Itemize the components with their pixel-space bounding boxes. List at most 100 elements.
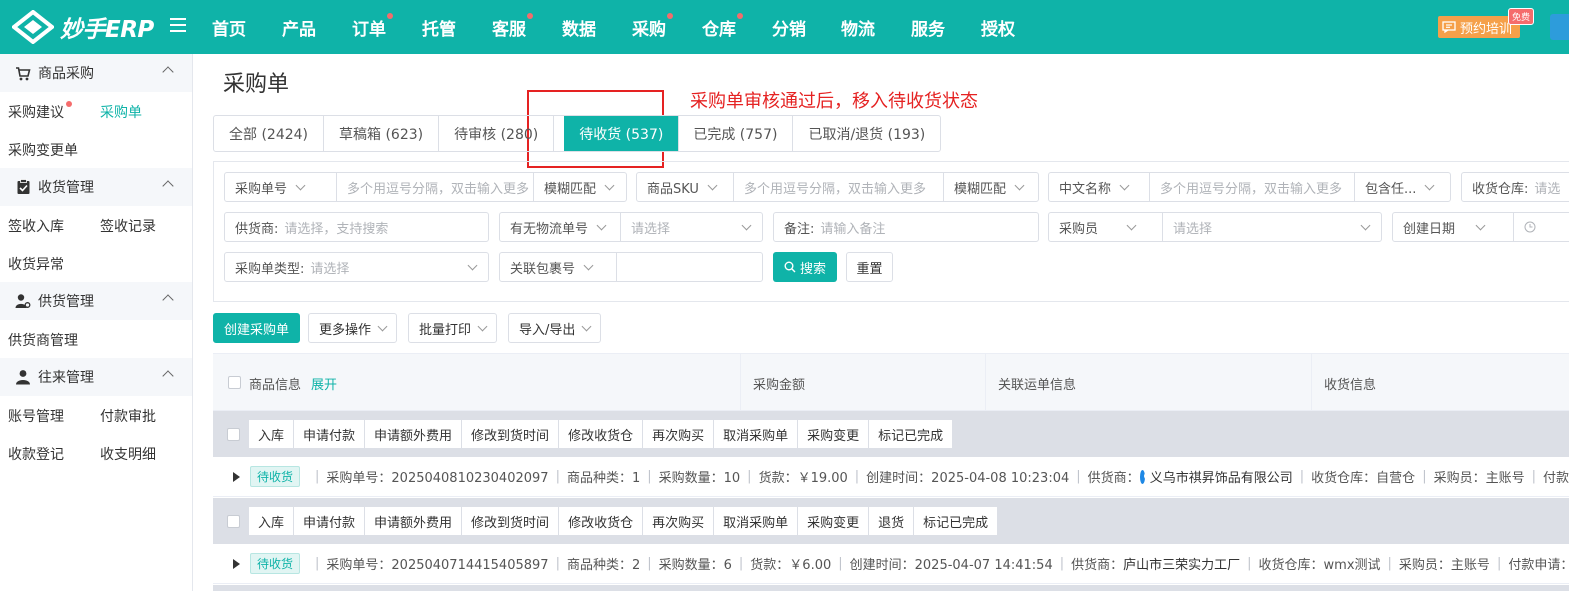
sidebar-group-supply[interactable]: 供货管理: [0, 282, 192, 320]
app-switch-button[interactable]: [1550, 14, 1569, 40]
nav-hosting[interactable]: 托管: [422, 15, 456, 40]
buyer-field-select[interactable]: 采购员: [1049, 213, 1163, 241]
receiving-warehouse: 收货仓库：wmx测试: [1258, 558, 1381, 573]
sidebar-item-account-management[interactable]: 账号管理: [8, 406, 64, 426]
date-field-select[interactable]: 创建日期: [1393, 213, 1514, 241]
order-number: 采购单号：2025040714415405897: [326, 558, 549, 573]
sidebar-item-income-expense-detail[interactable]: 收支明细: [100, 444, 156, 464]
nav-orders[interactable]: 订单: [352, 13, 393, 40]
sidebar-group-accounts[interactable]: 往来管理: [0, 358, 192, 396]
sku-input[interactable]: 多个用逗号分隔，双击输入更多: [734, 178, 943, 197]
sidebar-item-purchase-suggestion[interactable]: 采购建议: [8, 101, 72, 122]
search-button[interactable]: 搜索: [773, 252, 837, 282]
more-actions-dropdown[interactable]: 更多操作: [308, 313, 398, 343]
warehouse-filter[interactable]: 收货仓库: 请选: [1461, 172, 1569, 202]
return-button[interactable]: 退货: [869, 507, 915, 535]
nav-warehouse[interactable]: 仓库: [702, 13, 743, 40]
sidebar-item-sign-in-stock[interactable]: 签收入库: [8, 216, 64, 236]
tab-pending-receipt[interactable]: 待收货 (537): [564, 116, 680, 151]
expand-triangle-icon[interactable]: [233, 471, 240, 482]
remark-filter[interactable]: 备注: 请输入备注: [773, 212, 1039, 242]
cancel-order-button[interactable]: 取消采购单: [714, 420, 799, 448]
request-extra-fee-button[interactable]: 申请额外费用: [365, 420, 463, 448]
nav-service[interactable]: 客服: [492, 13, 533, 40]
column-goods-info: 商品信息: [249, 378, 302, 393]
sidebar-item-supplier-management[interactable]: 供货商管理: [8, 330, 78, 350]
clock-icon[interactable]: [1524, 221, 1536, 233]
request-payment-button[interactable]: 申请付款: [294, 420, 366, 448]
mark-completed-button[interactable]: 标记已完成: [914, 507, 998, 535]
logistics-select[interactable]: 请选择: [621, 218, 733, 237]
modify-arrival-time-button[interactable]: 修改到货时间: [462, 420, 560, 448]
buyer-select[interactable]: 请选择: [1163, 218, 1352, 237]
modify-warehouse-button[interactable]: 修改收货仓: [559, 507, 644, 535]
nav-services[interactable]: 服务: [911, 15, 945, 40]
sku-field-select[interactable]: 商品SKU: [637, 173, 734, 201]
sidebar-group-purchase[interactable]: 商品采购: [0, 54, 192, 92]
cancel-order-button[interactable]: 取消采购单: [714, 507, 799, 535]
supplier-chat-icon[interactable]: [1139, 469, 1149, 484]
stock-in-button[interactable]: 入库: [249, 420, 295, 448]
order-number: 采购单号：2025040810230402097: [326, 471, 549, 486]
tab-pending-review[interactable]: 待审核 (280): [439, 116, 555, 151]
sidebar-item-payment-approval[interactable]: 付款审批: [100, 406, 156, 426]
expand-triangle-icon[interactable]: [233, 558, 240, 569]
sku-match-select[interactable]: 模糊匹配: [943, 173, 1038, 201]
order-no-match-select[interactable]: 模糊匹配: [533, 173, 626, 201]
import-export-dropdown[interactable]: 导入/导出: [508, 313, 602, 343]
order-type-filter[interactable]: 采购单类型: 请选择: [224, 252, 489, 282]
select-all-checkbox[interactable]: [228, 376, 241, 389]
goods-kinds: 商品种类：2: [566, 558, 641, 573]
nav-products[interactable]: 产品: [282, 15, 316, 40]
order-checkbox[interactable]: [227, 515, 240, 528]
expand-link[interactable]: 展开: [311, 374, 337, 393]
tab-draft[interactable]: 草稿箱 (623): [324, 116, 440, 151]
cn-name-field-select[interactable]: 中文名称: [1049, 173, 1150, 201]
create-purchase-order-button[interactable]: 创建采购单: [213, 313, 301, 343]
modify-arrival-time-button[interactable]: 修改到货时间: [462, 507, 560, 535]
package-field-select[interactable]: 关联包裹号: [500, 253, 617, 281]
sidebar-group-receiving[interactable]: 收货管理: [0, 168, 192, 206]
nav-distribution[interactable]: 分销: [772, 15, 806, 40]
buy-again-button[interactable]: 再次购买: [643, 507, 715, 535]
nav-purchase[interactable]: 采购: [632, 13, 673, 40]
table-header: 商品信息 展开 采购金额 关联运单信息 收货信息: [213, 353, 1569, 411]
menu-toggle-icon[interactable]: [170, 18, 186, 32]
nav-data[interactable]: 数据: [562, 15, 596, 40]
order-checkbox[interactable]: [227, 428, 240, 441]
batch-print-dropdown[interactable]: 批量打印: [408, 313, 498, 343]
stock-in-button[interactable]: 入库: [249, 507, 295, 535]
tab-completed[interactable]: 已完成 (757): [689, 116, 794, 151]
nav-home[interactable]: 首页: [212, 15, 246, 40]
modify-warehouse-button[interactable]: 修改收货仓: [559, 420, 644, 448]
nav-dot: [667, 13, 673, 19]
order-no-field-select[interactable]: 采购单号: [225, 173, 337, 201]
purchase-change-button[interactable]: 采购变更: [798, 507, 870, 535]
logo[interactable]: 妙手ERP: [12, 10, 154, 44]
sidebar-item-purchase-change[interactable]: 采购变更单: [8, 140, 78, 160]
sidebar-item-receiving-exception[interactable]: 收货异常: [8, 254, 64, 274]
sidebar-item-purchase-order[interactable]: 采购单: [100, 102, 142, 122]
purchase-change-button[interactable]: 采购变更: [798, 420, 870, 448]
chevron-up-icon: [162, 370, 174, 382]
receiving-warehouse: 收货仓库：自营仓: [1311, 471, 1416, 486]
chevron-down-icon: [377, 321, 388, 331]
request-extra-fee-button[interactable]: 申请额外费用: [365, 507, 463, 535]
supplier-filter[interactable]: 供货商: 请选择，支持搜索: [224, 212, 489, 242]
nav-logistics[interactable]: 物流: [841, 15, 875, 40]
logistics-field-select[interactable]: 有无物流单号: [500, 213, 621, 241]
mark-completed-button[interactable]: 标记已完成: [869, 420, 953, 448]
order-no-input[interactable]: 多个用逗号分隔，双击输入更多: [337, 178, 533, 197]
cn-name-match-select[interactable]: 包含任...: [1354, 173, 1450, 201]
buy-again-button[interactable]: 再次购买: [643, 420, 715, 448]
request-payment-button[interactable]: 申请付款: [294, 507, 366, 535]
cn-name-input[interactable]: 多个用逗号分隔，双击输入更多: [1150, 178, 1354, 197]
sidebar-item-receipt-registration[interactable]: 收款登记: [8, 444, 64, 464]
nav-authorization[interactable]: 授权: [981, 15, 1015, 40]
tab-cancelled-returned[interactable]: 已取消/退货 (193): [793, 116, 940, 151]
reset-button[interactable]: 重置: [846, 252, 893, 282]
tab-all[interactable]: 全部 (2424): [214, 116, 325, 151]
sidebar-item-sign-records[interactable]: 签收记录: [100, 216, 156, 236]
chevron-down-icon: [604, 180, 615, 190]
buyer: 采购员：主账号: [1433, 471, 1525, 486]
